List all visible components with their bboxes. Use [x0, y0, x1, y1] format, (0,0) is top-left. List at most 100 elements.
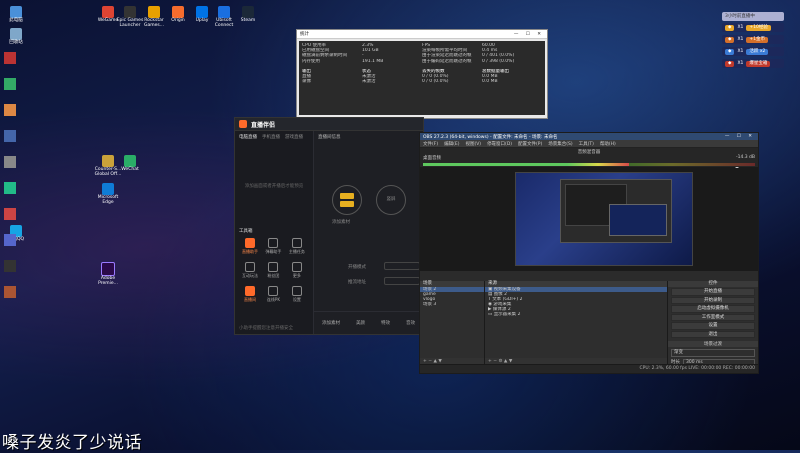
streamer-topbar: 直播间信息 [314, 131, 423, 143]
virtual-camera-button[interactable]: 启动虚拟摄像机 [671, 305, 755, 313]
obs-titlebar[interactable]: OBS 27.2.3 (64-bit, windows) - 配置文件: 未命名… [420, 133, 758, 140]
scene-item[interactable]: 场景 3 [420, 302, 484, 307]
streamer-titlebar[interactable]: 直播伴侣 [235, 118, 423, 131]
tool-settings[interactable]: 设置 [286, 283, 308, 305]
desktop-icon-column [4, 52, 16, 392]
epic-icon [124, 6, 136, 18]
footer-beauty[interactable]: 美颜 [356, 320, 365, 326]
nested-preview [609, 204, 667, 236]
menu-edit[interactable]: 编辑(E) [444, 141, 459, 147]
stats-titlebar[interactable]: 统计 — ☐ ✕ [297, 30, 547, 39]
sources-dock: 来源 ▣ 视频采集设备 ▤ 图像 2 T 文本 (GDI+) 2 ◉ 游戏采集 … [485, 281, 668, 365]
exit-button[interactable]: 退出 [671, 330, 755, 338]
add-source-label[interactable]: 添加素材 [332, 219, 350, 225]
desktop-icon-steam[interactable]: Steam [234, 6, 262, 24]
chat-icon [268, 238, 279, 248]
controls-header: 控件 [668, 281, 758, 287]
stats-body: CPU 使用率 2.3% FPS 60.00 已用磁盘空间 101 GB 渲染每帧所需平均… [299, 41, 545, 115]
menu-file[interactable]: 文件(F) [423, 141, 438, 147]
notification-item[interactable]: ◆ X1 +10经验 [722, 23, 784, 32]
streamer-sidebar: 电脑直播 手机直播 游戏直播 添加画面或者开播后才能预览 工具箱 直播助手 弹幕… [235, 131, 314, 334]
source-item[interactable]: ▭ 显示器采集 2 [485, 312, 667, 317]
tool-pk[interactable]: 连线PK [262, 283, 284, 305]
menu-scene-collection[interactable]: 场景集合(S) [548, 141, 572, 147]
app-icon [4, 104, 16, 116]
bottom-notice: 小助手提醒您注意开播安全 [239, 326, 293, 331]
desktop-icon-edge[interactable]: Microsoft Edge [94, 183, 122, 206]
notification-header: 3小时前直播中 [722, 12, 784, 21]
studio-mode-button[interactable]: 工作室模式 [671, 313, 755, 321]
desktop-icon-recycle-bin[interactable]: 回收站 [2, 28, 30, 46]
obs-preview[interactable] [420, 168, 758, 271]
streamer-window: 直播伴侣 电脑直播 手机直播 游戏直播 添加画面或者开播后才能预览 工具箱 直播… [234, 117, 424, 335]
tool-more[interactable]: 更多 [286, 259, 308, 281]
recycle-bin-icon [10, 28, 22, 40]
tool-tasks[interactable]: 主播任务 [286, 235, 308, 257]
footer-add-source[interactable]: 添加素材 [322, 320, 340, 326]
tool-live-assistant[interactable]: 直播助手 [239, 235, 261, 257]
menu-docks[interactable]: 停靠窗口(D) [487, 141, 512, 147]
mode-landscape-circle[interactable] [332, 185, 362, 215]
mode-select[interactable] [384, 262, 420, 270]
tool-room[interactable]: 直播间 [239, 283, 261, 305]
tab-pc-live[interactable]: 电脑直播 [239, 134, 257, 140]
rockstar-icon [148, 6, 160, 18]
tool-interactive[interactable]: 互动玩法 [239, 259, 261, 281]
premiere-icon [101, 262, 115, 276]
steam-icon [242, 6, 254, 18]
app-icon [4, 156, 16, 168]
more-icon [291, 262, 302, 272]
scenes-dock: 场景 场景 2 game vlogo 场景 3 + − ▲ ▼ [420, 281, 485, 365]
nested-screen [560, 179, 672, 243]
room-info-label[interactable]: 直播间信息 [318, 134, 341, 140]
menu-tools[interactable]: 工具(T) [579, 141, 594, 147]
obs-menubar: 文件(F) 编辑(E) 视图(V) 停靠窗口(D) 配置文件(P) 场景集合(S… [420, 140, 758, 148]
ubisoft-icon [218, 6, 230, 18]
window-controls[interactable]: — ☐ ✕ [514, 32, 544, 37]
wechat-icon [124, 155, 136, 167]
audio-channel-db: -14.3 dB [735, 155, 755, 160]
menu-profile[interactable]: 配置文件(P) [518, 141, 542, 147]
toolbox-grid: 直播助手 弹幕助手 主播任务 互动玩法 粉丝团 更多 直播间 连线PK 设置 [239, 235, 309, 307]
footer-effects[interactable]: 特效 [381, 320, 390, 326]
app-icon [4, 208, 16, 220]
tab-mobile-live[interactable]: 手机直播 [262, 134, 280, 140]
obs-window: OBS 27.2.3 (64-bit, windows) - 配置文件: 未命名… [419, 132, 759, 374]
cast-select[interactable] [384, 277, 420, 285]
transition-select[interactable]: 渐变 [671, 349, 755, 357]
streamer-tabs: 电脑直播 手机直播 游戏直播 [235, 131, 313, 143]
start-recording-button[interactable]: 开始录制 [671, 296, 755, 304]
audio-channel: 桌面音频 -14.3 dB [423, 155, 755, 161]
room-icon [245, 286, 255, 296]
desktop-icon-this-pc[interactable]: 此电脑 [2, 6, 30, 24]
app-icon [4, 130, 16, 142]
notification-item[interactable]: ◆ X1 +1金币 [722, 35, 784, 44]
tool-danmaku[interactable]: 弹幕助手 [262, 235, 284, 257]
settings-button[interactable]: 设置 [671, 322, 755, 330]
start-streaming-button[interactable]: 开始直播 [671, 288, 755, 296]
obs-title: OBS 27.2.3 (64-bit, windows) - 配置文件: 未命名… [423, 134, 558, 140]
menu-help[interactable]: 帮助(H) [600, 141, 616, 147]
tool-fans[interactable]: 粉丝团 [262, 259, 284, 281]
window-controls[interactable]: — ☐ ✕ [725, 134, 755, 139]
assistant-icon [245, 238, 255, 248]
toolbox-title: 工具箱 [239, 229, 253, 234]
landscape-icon [340, 193, 354, 199]
uplay-icon [196, 6, 208, 18]
app-icon [4, 234, 16, 246]
coin-icon: ◆ [725, 24, 735, 31]
app-icon [4, 52, 16, 64]
notification-item[interactable]: ◆ X1 活跃 x2 [722, 47, 784, 56]
stats-row: 录像 未激活 0 / 0 (0.0%) 0.0 MB [302, 79, 498, 85]
tab-game-live[interactable]: 游戏直播 [285, 134, 303, 140]
transition-header: 场景过渡 [668, 341, 758, 347]
notification-item[interactable]: ◆ X1 爆星宝箱 [722, 59, 784, 68]
streamer-main: 直播间信息 竖屏 添加素材 开播模式 推流地址 添加素材 美颜 特效 音效 [314, 131, 423, 334]
desktop-icon-premiere[interactable]: Adobe Premie... [94, 262, 122, 287]
menu-view[interactable]: 视图(V) [465, 141, 481, 147]
preview-canvas [515, 172, 693, 266]
gear-icon [291, 286, 302, 296]
footer-sound[interactable]: 音效 [406, 320, 415, 326]
desktop-icon-wechat[interactable]: WeChat [116, 155, 144, 173]
mode-portrait-circle[interactable]: 竖屏 [376, 185, 406, 215]
